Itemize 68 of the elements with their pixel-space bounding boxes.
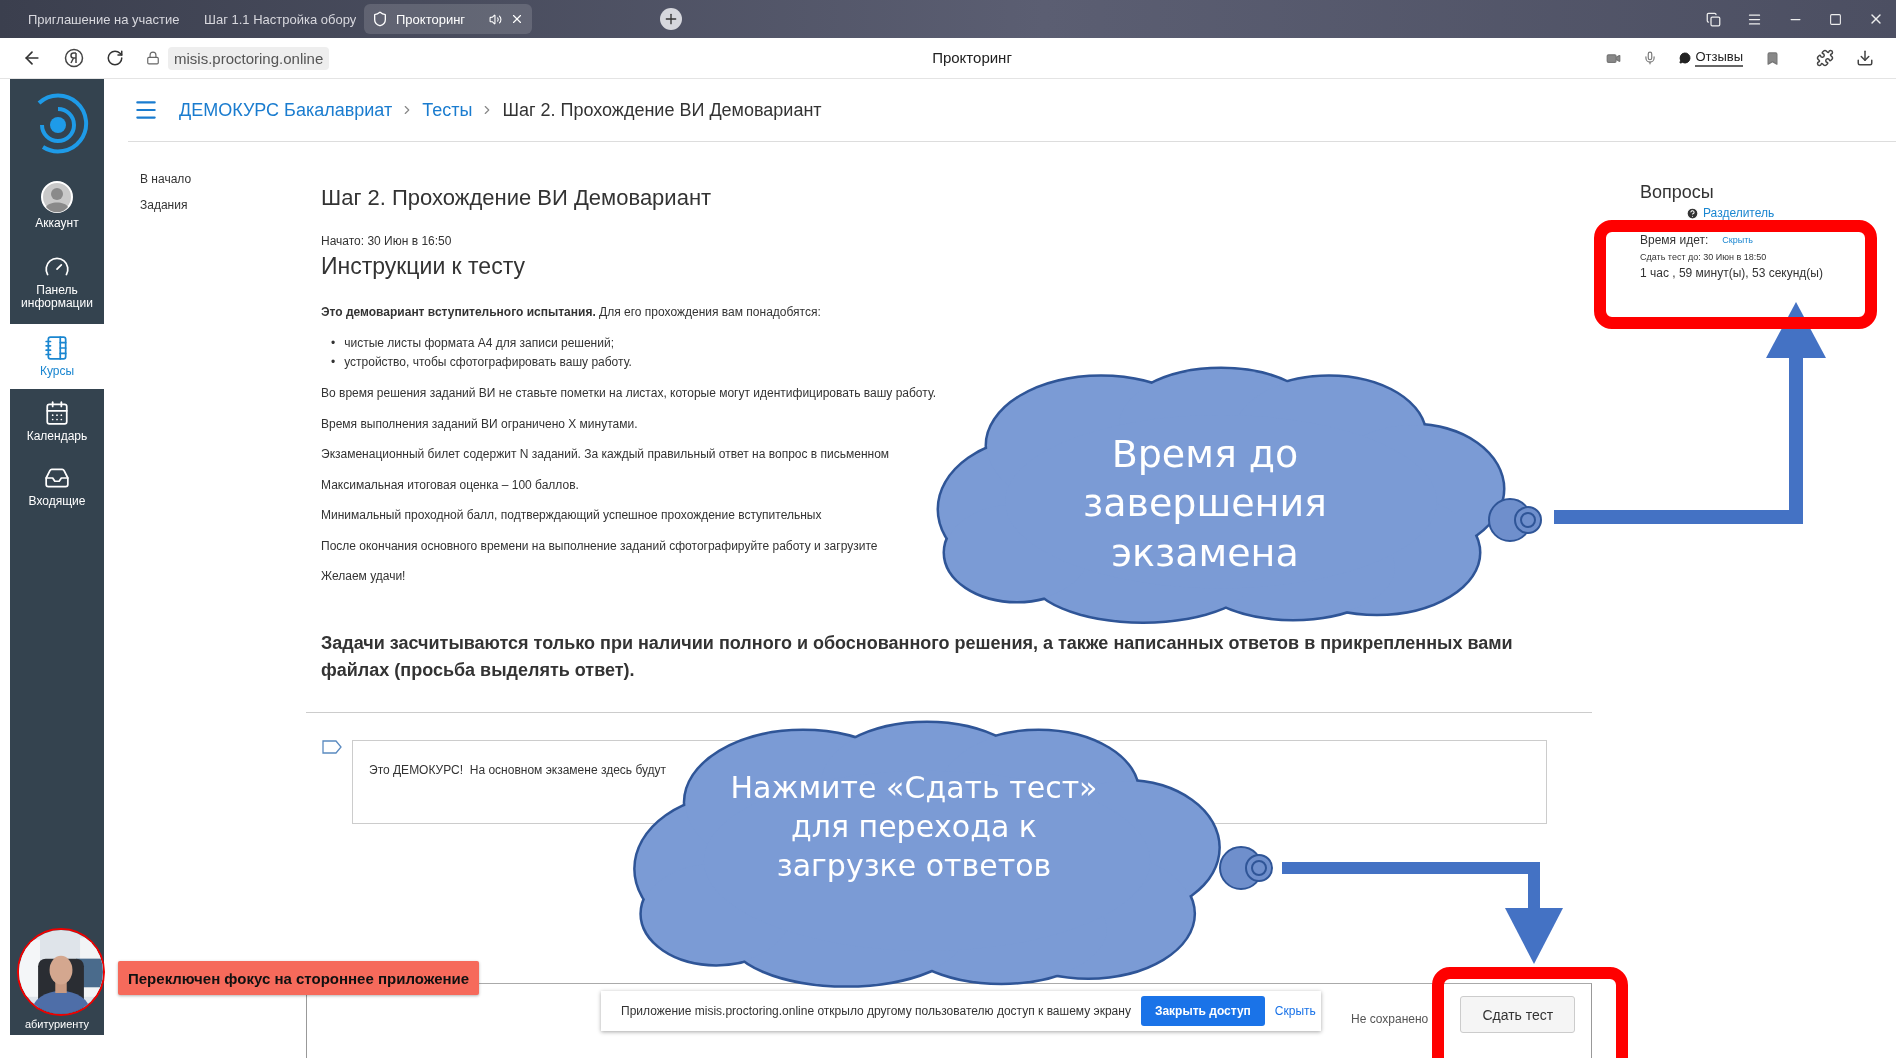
start-time: Начато: 30 Июн в 16:50 [321, 233, 453, 249]
browser-tab[interactable]: Приглашение на участие [12, 4, 180, 34]
menu-icon[interactable] [1747, 11, 1762, 27]
instruction-text: Максимальная итоговая оценка – 100 баллов. [321, 476, 579, 494]
list-item: устройство, чтобы сфотографировать вашу работу. [344, 354, 632, 371]
flag-icon[interactable] [322, 740, 342, 754]
timer-label: Время идет: [1640, 233, 1709, 247]
intro-text: Это демовариант вступительного испытания. Для его прохождения вам понадобятся: [321, 304, 821, 321]
help-link[interactable]: Разделитель [1686, 206, 1896, 220]
browser-tab[interactable]: Прокторинг [364, 4, 532, 34]
speech-bubble-icon [1679, 52, 1692, 64]
plus-icon [663, 11, 679, 27]
instruction-text: После окончания основного времени на выполнение заданий сфотографируйте работу и загрузите [321, 537, 878, 555]
lock-icon [146, 51, 160, 65]
save-status: Не сохранено [1351, 1012, 1429, 1026]
close-icon[interactable] [510, 12, 524, 26]
alert-banner: Переключен фокус на стороннее приложение [118, 961, 480, 995]
user-avatar-icon [41, 180, 73, 213]
panel-title: Вопросы [1640, 181, 1715, 204]
calendar-icon [44, 400, 70, 426]
breadcrumb-link[interactable]: ДЕМОКУРС Бакалавриат [179, 99, 393, 121]
reload-icon[interactable] [106, 49, 124, 67]
bullet-mark: • [331, 335, 336, 352]
tabs-icon[interactable] [1706, 11, 1721, 27]
help-icon [1686, 206, 1699, 220]
sidebar-item[interactable]: Входящие [10, 454, 104, 519]
browser-logo-icon[interactable] [64, 48, 84, 68]
stop-sharing-button[interactable]: Закрыть доступ [1140, 996, 1265, 1026]
sidebar-item[interactable]: Календарь [10, 389, 104, 454]
address-field[interactable]: misis.proctoring.online [168, 46, 330, 70]
hide-link[interactable]: Скрыть [1274, 1004, 1316, 1018]
page-title: Прокторинг [932, 49, 1012, 67]
notebook-icon [44, 335, 70, 361]
instruction-text: Экзаменационный билет содержит N заданий. За каждый правильный ответ на вопрос в письменном [321, 446, 890, 463]
new-tab-button[interactable] [660, 8, 682, 30]
instruction-text: Во время решения заданий ВИ не ставьте пометки на листах, которые могут идентифицировать вашу работу. [321, 385, 937, 402]
restore-icon[interactable] [1829, 12, 1842, 26]
time-remaining: 1 час , 59 минут(ы), 53 секунд(ы) [1640, 265, 1824, 281]
bookmark-icon[interactable] [1765, 50, 1780, 66]
instruction-text: Время выполнения заданий ВИ ограничено X минутами. [321, 415, 638, 433]
instruction-text: Желаем удачи! [321, 568, 406, 585]
nav-link[interactable]: В начало [140, 172, 306, 186]
user-name: абитуриенту [23, 1018, 91, 1030]
callout-text: Время до завершения экзамена [1082, 431, 1328, 577]
page-heading: Шаг 2. Прохождение ВИ Демовариант [321, 184, 713, 212]
inbox-icon [44, 465, 70, 491]
deadline-text: Сдать тест до: 30 Июн в 18:50 [1640, 251, 1768, 263]
download-icon[interactable] [1856, 49, 1874, 67]
share-notice-text: Приложение misis.proctoring.online открыло другому пользователю доступ к вашему экрану [621, 1004, 1131, 1018]
section-heading: Инструкции к тесту [321, 252, 526, 281]
hide-link[interactable]: Скрыть [1722, 235, 1753, 245]
instruction-text: Минимальный проходной балл, подтверждающий успешное прохождение вступительных [321, 507, 822, 524]
browser-tab[interactable]: Шаг 1.1 Настройка обору [188, 4, 356, 34]
breadcrumb-item[interactable]: Шаг 2. Прохождение ВИ Демовариант [502, 99, 822, 121]
list-item: чистые листы формата А4 для записи решений; [344, 335, 614, 352]
nav-link[interactable]: Задания [140, 198, 306, 212]
breadcrumb-link[interactable]: Тесты [422, 99, 473, 121]
sidebar-item[interactable]: Аккаунт [10, 171, 104, 239]
notice-text: Задачи засчитываются только при наличии полного и обоснованного решения, а также написанных ответов в прикрепленных вами файлах (просьба выделять ответ). [321, 632, 1514, 682]
extensions-icon[interactable] [1816, 49, 1834, 67]
reviews-link[interactable]: Отзывы [1695, 49, 1743, 67]
bullet-mark: • [331, 354, 336, 371]
mic-icon [1643, 51, 1658, 65]
sidebar-item[interactable]: Курсы [10, 324, 104, 389]
callout-text: Нажмите «Сдать тест» для перехода к загрузке ответов [729, 769, 1099, 885]
sidebar-item[interactable]: Панель информации [10, 239, 104, 324]
submit-button[interactable]: Сдать тест [1460, 996, 1576, 1033]
shield-icon [372, 11, 388, 27]
